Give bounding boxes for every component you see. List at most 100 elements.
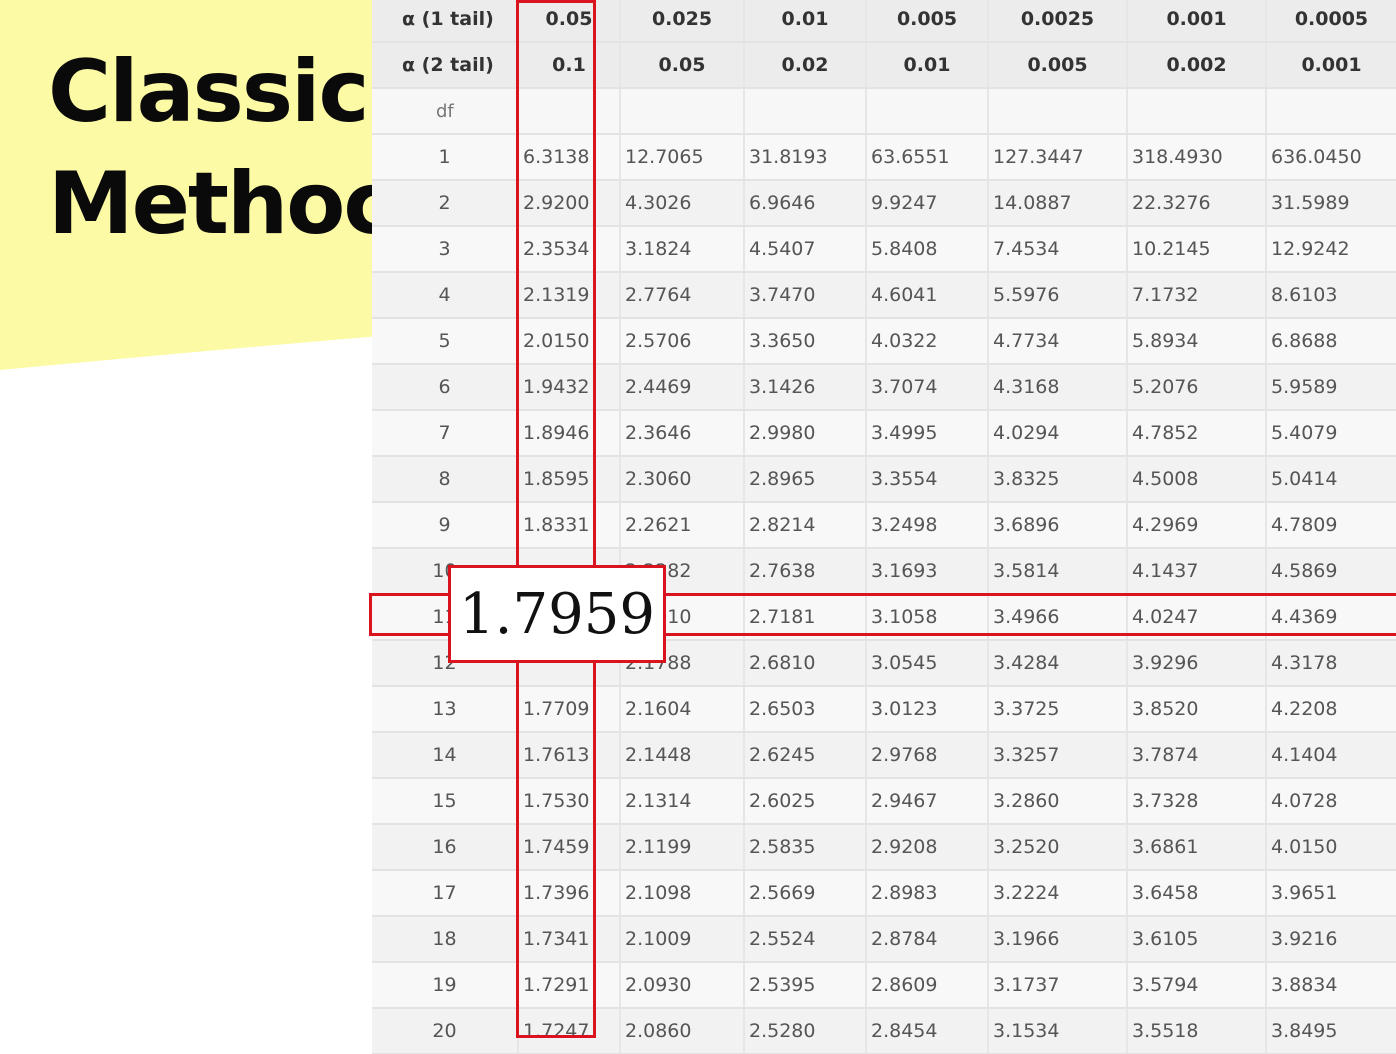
table-row: 17 1.7396 2.1098 2.5669 2.8983 3.2224 3.6458 3.… [372, 870, 1396, 917]
critical-value-cell: 3.1058 [865, 594, 988, 641]
critical-value-cell: 3.9296 [1126, 640, 1266, 687]
critical-value-cell: 6.8688 [1265, 318, 1396, 365]
table-row: 14 1.7613 2.1448 2.6245 2.9768 3.3257 3.7874 4.… [372, 732, 1396, 779]
critical-value-cell: 2.0930 [619, 962, 744, 1009]
table-row: 8 1.8595 2.3060 2.8965 3.3554 3.8325 4.5008 5.0… [372, 456, 1396, 503]
critical-value-cell: 9.9247 [865, 180, 988, 227]
critical-value-cell: 2.3534 [517, 226, 620, 273]
df-header-blank [1126, 88, 1266, 135]
critical-value-cell: 12.9242 [1265, 226, 1396, 273]
df-cell: 18 [372, 916, 518, 963]
critical-value-cell: 63.6551 [865, 134, 988, 181]
critical-value-cell: 2.5706 [619, 318, 744, 365]
critical-value-cell: 3.8520 [1126, 686, 1266, 733]
critical-value-cell: 3.0123 [865, 686, 988, 733]
critical-value-cell: 2.0860 [619, 1008, 744, 1054]
df-cell: 7 [372, 410, 518, 457]
critical-value-cell: 3.2224 [987, 870, 1127, 917]
critical-value-cell: 2.6245 [743, 732, 866, 779]
t-distribution-table-panel: α (1 tail) 0.05 0.025 0.01 0.005 0.0025 0.001 0… [372, 0, 1396, 1054]
critical-value-cell: 7.4534 [987, 226, 1127, 273]
df-header-blank [619, 88, 744, 135]
df-cell: 6 [372, 364, 518, 411]
critical-value-cell: 1.7530 [517, 778, 620, 825]
critical-value-cell: 14.0887 [987, 180, 1127, 227]
table-row: 3 2.3534 3.1824 4.5407 5.8408 7.4534 10.2145 12… [372, 226, 1396, 273]
critical-value-cell: 3.1966 [987, 916, 1127, 963]
critical-value-cell: 3.8495 [1265, 1008, 1396, 1054]
critical-value-cell: 3.9216 [1265, 916, 1396, 963]
critical-value-cell: 2.1098 [619, 870, 744, 917]
critical-value-cell: 2.9768 [865, 732, 988, 779]
critical-value-cell: 5.0414 [1265, 456, 1396, 503]
critical-value-cell: 5.8934 [1126, 318, 1266, 365]
critical-value-cell: 4.0150 [1265, 824, 1396, 871]
critical-value-cell: 2.9208 [865, 824, 988, 871]
critical-value-cell: 3.3725 [987, 686, 1127, 733]
critical-value-cell: 2.7181 [743, 594, 866, 641]
critical-value-cell: 3.1534 [987, 1008, 1127, 1054]
critical-value-cell: 1.7341 [517, 916, 620, 963]
table-row: 16 1.7459 2.1199 2.5835 2.9208 3.2520 3.6861 4.… [372, 824, 1396, 871]
critical-value-cell: 3.7874 [1126, 732, 1266, 779]
critical-value-cell: 2.2621 [619, 502, 744, 549]
critical-value-cell: 12.7065 [619, 134, 744, 181]
critical-value-cell: 3.2498 [865, 502, 988, 549]
critical-value-cell: 3.1824 [619, 226, 744, 273]
critical-value-cell: 1.7396 [517, 870, 620, 917]
critical-value-cell: 2.5280 [743, 1008, 866, 1054]
table-row: 7 1.8946 2.3646 2.9980 3.4995 4.0294 4.7852 5.4… [372, 410, 1396, 457]
critical-value-cell: 1.7247 [517, 1008, 620, 1054]
table-row: 9 1.8331 2.2621 2.8214 3.2498 3.6896 4.2969 4.7… [372, 502, 1396, 549]
critical-value-cell: 3.1693 [865, 548, 988, 595]
critical-value-cell: 6.3138 [517, 134, 620, 181]
critical-value-cell: 2.1314 [619, 778, 744, 825]
table-row: 1 6.3138 12.7065 31.8193 63.6551 127.3447 318.… [372, 134, 1396, 181]
table-row: 19 1.7291 2.0930 2.5395 2.8609 3.1737 3.5794 3.… [372, 962, 1396, 1009]
slide-title: Classic Methoc [48, 36, 394, 260]
critical-value-cell: 3.2860 [987, 778, 1127, 825]
critical-value-cell: 2.8983 [865, 870, 988, 917]
critical-value-cell: 2.3646 [619, 410, 744, 457]
critical-value-cell: 2.5669 [743, 870, 866, 917]
alpha-two-tail-value: 0.01 [865, 42, 988, 89]
critical-value-cell: 4.1437 [1126, 548, 1266, 595]
critical-value-cell: 2.7764 [619, 272, 744, 319]
df-header-blank [743, 88, 866, 135]
critical-value-cell: 4.0728 [1265, 778, 1396, 825]
critical-value-cell: 4.6041 [865, 272, 988, 319]
critical-value-cell: 22.3276 [1126, 180, 1266, 227]
alpha-one-tail-value: 0.05 [517, 0, 620, 43]
table-row: 6 1.9432 2.4469 3.1426 3.7074 4.3168 5.2076 5.9… [372, 364, 1396, 411]
critical-value-cell: 1.9432 [517, 364, 620, 411]
df-cell: 8 [372, 456, 518, 503]
df-cell: 19 [372, 962, 518, 1009]
critical-value-cell: 2.8214 [743, 502, 866, 549]
alpha-one-tail-value: 0.005 [865, 0, 988, 43]
df-cell: 2 [372, 180, 518, 227]
critical-value-cell: 3.8325 [987, 456, 1127, 503]
critical-value-cell: 7.1732 [1126, 272, 1266, 319]
critical-value-cell: 5.8408 [865, 226, 988, 273]
critical-value-cell: 4.1404 [1265, 732, 1396, 779]
table-row: 18 1.7341 2.1009 2.5524 2.8784 3.1966 3.6105 3.… [372, 916, 1396, 963]
critical-value-cell: 4.3026 [619, 180, 744, 227]
critical-value-cell: 2.9980 [743, 410, 866, 457]
critical-value-cell: 1.7709 [517, 686, 620, 733]
df-cell: 13 [372, 686, 518, 733]
alpha-two-tail-value: 0.05 [619, 42, 744, 89]
alpha-two-tail-value: 0.1 [517, 42, 620, 89]
critical-value-cell: 4.7734 [987, 318, 1127, 365]
critical-value-cell: 636.0450 [1265, 134, 1396, 181]
critical-value-cell: 2.4469 [619, 364, 744, 411]
critical-value-cell: 2.8784 [865, 916, 988, 963]
critical-value-cell: 127.3447 [987, 134, 1127, 181]
critical-value-cell: 2.7638 [743, 548, 866, 595]
critical-value-cell: 1.7459 [517, 824, 620, 871]
critical-value-cell: 3.9651 [1265, 870, 1396, 917]
table-row: 5 2.0150 2.5706 3.3650 4.0322 4.7734 5.8934 6.8… [372, 318, 1396, 365]
table-row: 15 1.7530 2.1314 2.6025 2.9467 3.2860 3.7328 4.… [372, 778, 1396, 825]
critical-value-cell: 3.3257 [987, 732, 1127, 779]
critical-value-cell: 3.5814 [987, 548, 1127, 595]
critical-value-cell: 2.9200 [517, 180, 620, 227]
